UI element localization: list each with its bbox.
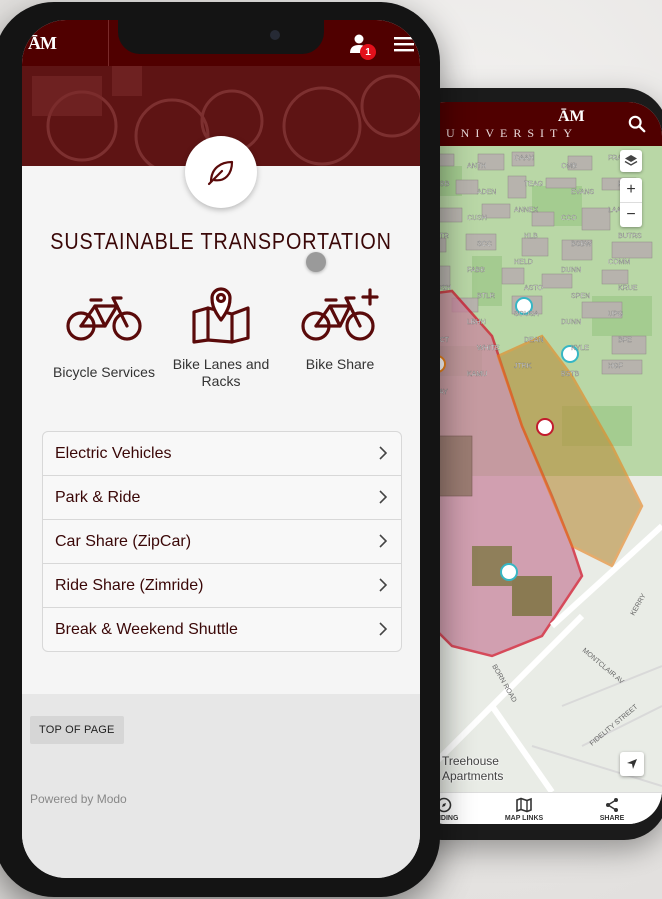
map-building-label: TEAG (524, 181, 543, 188)
list-item-label: Park & Ride (55, 488, 141, 506)
map-building-label: KYLE (571, 345, 589, 352)
list-item-electric-vehicles[interactable]: Electric Vehicles (43, 432, 401, 476)
chevron-right-icon (379, 578, 387, 592)
map-building-label: HLB (524, 233, 538, 240)
bike-lanes-label: Bike Lanes and Racks (172, 356, 270, 389)
map-bottom-bar: FINDING MAP LINKS SHARE (412, 792, 662, 824)
map-building-label: EVANS (571, 189, 595, 196)
transport-options-list: Electric Vehicles Park & Ride Car Share … (42, 431, 402, 652)
chevron-right-icon (379, 622, 387, 636)
map-building-label: KRUE (618, 285, 638, 292)
map-building-label: HGF (608, 363, 623, 370)
bike-share-link[interactable]: Bike Share (278, 288, 402, 373)
bike-lanes-link[interactable]: Bike Lanes and Racks (159, 287, 283, 390)
map-building-label: UPG (608, 311, 623, 318)
map-links-label: MAP LINKS (504, 815, 544, 822)
list-item-label: Car Share (ZipCar) (55, 532, 192, 550)
leaf-icon (207, 160, 234, 186)
zoom-control: + − (620, 178, 642, 227)
university-wordmark: UNIVERSITY (446, 126, 578, 140)
map-building-label: BUTRS (618, 233, 642, 240)
map-controls: + − (620, 150, 642, 227)
locate-button[interactable] (620, 752, 644, 776)
bicycle-services-link[interactable]: Bicycle Services (42, 292, 166, 381)
place-label: Treehouse Apartments (442, 754, 504, 783)
zoom-in-button[interactable]: + (620, 178, 642, 203)
map-building-label: KAMU (467, 371, 487, 378)
map-links-tab[interactable]: MAP LINKS (498, 797, 550, 822)
list-item-shuttle[interactable]: Break & Weekend Shuttle (43, 608, 401, 651)
map-building-label: CUSH (467, 215, 487, 222)
locate-arrow-icon (627, 759, 637, 769)
search-icon[interactable] (628, 115, 646, 133)
touch-indicator (306, 252, 326, 272)
share-tab[interactable]: SHARE (592, 797, 632, 822)
map-building-label: SOUSA (514, 311, 539, 318)
top-of-page-button[interactable]: TOP OF PAGE (30, 716, 124, 744)
map-building-label: FABB (467, 267, 485, 274)
list-item-ride-share[interactable]: Ride Share (Zimride) (43, 564, 401, 608)
layers-button[interactable] (620, 150, 642, 172)
map-building-label: CCO (561, 215, 577, 222)
page-title: SUSTAINABLE TRANSPORTATION (50, 228, 392, 254)
map-building-label: BFE (618, 337, 632, 344)
map-building-label: BSTB (561, 371, 580, 378)
map-building-label: DUNN (561, 267, 581, 274)
list-item-label: Break & Weekend Shuttle (55, 620, 238, 638)
map-screen: UNIVERSITY ĀM BORN ROAD MONTCLAIR AV FID… (412, 102, 662, 824)
share-label: SHARE (599, 815, 625, 822)
map-building-label: DUNN (561, 319, 581, 326)
chevron-right-icon (379, 534, 387, 548)
list-item-park-ride[interactable]: Park & Ride (43, 476, 401, 520)
chevron-right-icon (379, 490, 387, 504)
map-building-label: ANNEX (514, 207, 538, 214)
map-building-label: JTRK (514, 363, 532, 370)
map-building-label: BSBW (571, 241, 592, 248)
map-building-label: OAAH (514, 155, 534, 162)
header-divider (108, 20, 109, 66)
bicycle-services-label: Bicycle Services (53, 364, 155, 380)
app-screen: ĀM 1 SUSTAINABLE TRANSPORTATION Bicycle … (22, 20, 420, 878)
layers-icon (624, 155, 638, 166)
share-icon (606, 798, 618, 812)
bike-share-icon (301, 288, 379, 341)
notification-badge: 1 (360, 44, 376, 60)
map-building-label: ANTH (467, 163, 486, 170)
map-building-label: OMB (561, 163, 577, 170)
zoom-out-button[interactable]: − (620, 203, 642, 227)
map-building-label: SPEN (571, 293, 590, 300)
map-building-label: HELD (514, 259, 533, 266)
map-building-label: ASTO (524, 285, 543, 292)
list-item-label: Electric Vehicles (55, 444, 172, 462)
chevron-right-icon (379, 446, 387, 460)
map-header: UNIVERSITY ĀM (412, 102, 662, 146)
camera-dot (270, 30, 280, 40)
tamu-logo[interactable]: ĀM (28, 33, 57, 54)
map-building-label: WHITE (477, 345, 500, 352)
map-building-label: ADEN (477, 189, 496, 196)
phone-notch (118, 20, 324, 54)
back-logo: ĀM (558, 108, 585, 125)
map-pin-icon (192, 287, 250, 344)
menu-icon[interactable] (394, 36, 414, 52)
leaf-badge (185, 136, 257, 208)
map-building-label: LBHH (467, 319, 486, 326)
map-building-label: COMM (608, 259, 630, 266)
map-building-label: SCC (477, 241, 492, 248)
map-icon (516, 797, 532, 813)
powered-by-text: Powered by Modo (30, 792, 127, 806)
campus-map[interactable]: BORN ROAD MONTCLAIR AV FIDELITY STREET K… (412, 146, 662, 792)
list-item-car-share[interactable]: Car Share (ZipCar) (43, 520, 401, 564)
map-building-label: BTLR (477, 293, 495, 300)
bike-share-label: Bike Share (305, 356, 375, 372)
bicycle-icon (66, 296, 142, 341)
map-building-label: DEAN (524, 337, 543, 344)
list-item-label: Ride Share (Zimride) (55, 576, 204, 594)
